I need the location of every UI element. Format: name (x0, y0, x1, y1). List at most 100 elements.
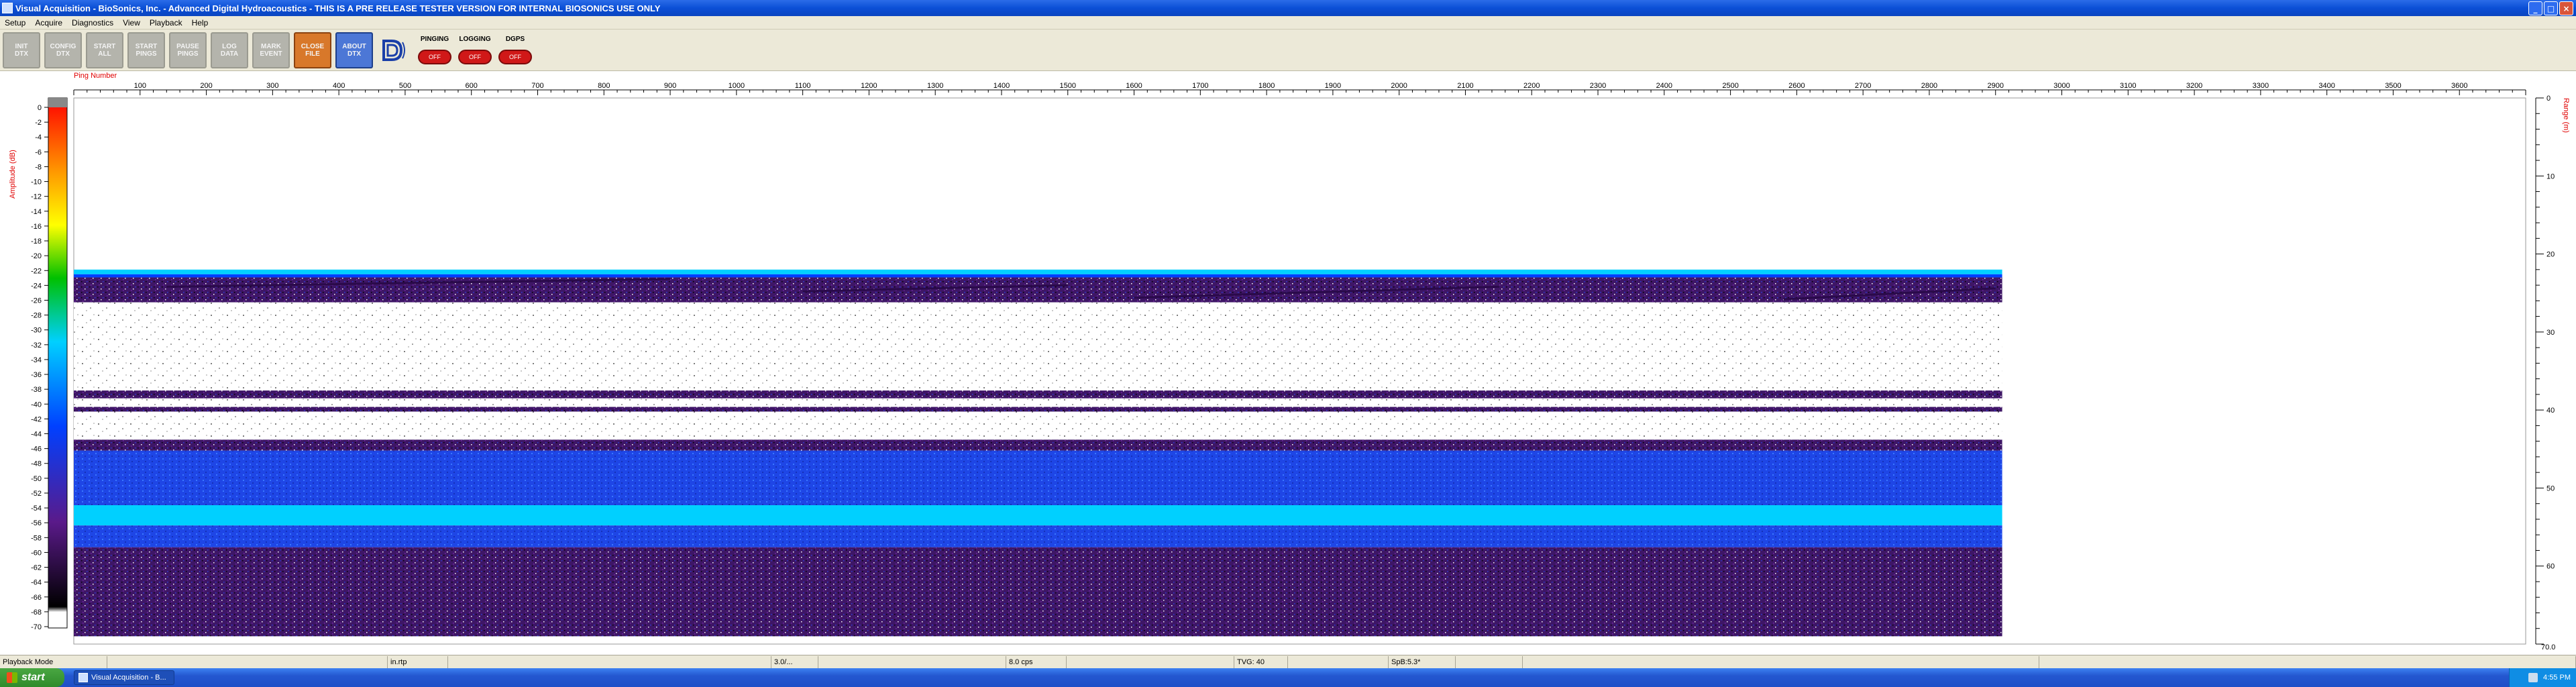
colorbar-tick-label: -48 (31, 460, 42, 468)
button-label: START (93, 42, 116, 50)
x-tick-label: 3500 (2385, 82, 2401, 90)
status-spb: SpB:5.3* (1389, 655, 1456, 668)
maximize-button[interactable]: □ (2544, 1, 2558, 15)
close-file-button[interactable]: CLOSE FILE (294, 32, 331, 68)
bottom-echo-blue-lower (74, 525, 2002, 547)
taskbar-app-visual-acquisition[interactable]: Visual Acquisition - B... (74, 670, 174, 685)
button-label: INIT (15, 42, 28, 50)
x-tick-label: 2400 (1656, 82, 1672, 90)
colorbar-tick-label: 0 (38, 104, 42, 112)
colorbar: 0 -2 -4 -6 -8 -10 -12 -14 -16 -18 -20 -22 -24 -26 -28 -… (9, 97, 68, 631)
range-tick-label: 10 (2546, 172, 2555, 180)
status-cell (1067, 655, 1234, 668)
logging-indicator: OFF (458, 50, 492, 65)
clock: 4:55 PM (2543, 674, 2571, 682)
colorbar-tick-label: -34 (31, 356, 42, 364)
x-tick-label: 1000 (729, 82, 745, 90)
close-button[interactable]: × (2559, 1, 2573, 15)
button-label: DTX (347, 50, 361, 58)
x-tick-label: 2600 (1788, 82, 1805, 90)
range-axis-title: Range (m) (2562, 98, 2570, 133)
log-data-button[interactable]: LOG DATA (211, 32, 248, 68)
start-all-button[interactable]: START ALL (86, 32, 123, 68)
pause-pings-button[interactable]: PAUSE PINGS (169, 32, 207, 68)
colorbar-tick-label: -2 (35, 119, 42, 127)
colorbar-tick-label: -10 (31, 178, 42, 187)
menu-setup[interactable]: Setup (0, 18, 30, 28)
minimize-button[interactable]: _ (2528, 1, 2542, 15)
x-tick-label: 3300 (2253, 82, 2269, 90)
sub-bottom-noise (74, 547, 2002, 637)
range-tick-label: 20 (2546, 251, 2555, 259)
status-rate: 8.0 cps (1006, 655, 1067, 668)
app-icon (2, 3, 13, 13)
config-dtx-button[interactable]: CONFIG DTX (44, 32, 82, 68)
menu-view[interactable]: View (118, 18, 145, 28)
windows-flag-icon (7, 672, 17, 683)
status-cell (448, 655, 771, 668)
x-tick-label: 2500 (1722, 82, 1738, 90)
button-label: CONFIG (50, 42, 76, 50)
x-tick-label: 1900 (1325, 82, 1341, 90)
x-tick-label: 2800 (1921, 82, 1937, 90)
start-button[interactable]: start (0, 668, 64, 687)
start-pings-button[interactable]: START PINGS (127, 32, 165, 68)
colorbar-tick-label: -42 (31, 415, 42, 423)
status-cell (107, 655, 388, 668)
menu-diagnostics[interactable]: Diagnostics (67, 18, 118, 28)
button-label: EVENT (260, 50, 282, 58)
button-label: DATA (220, 50, 239, 58)
button-label: START (135, 42, 158, 50)
button-label: CLOSE (301, 42, 325, 50)
colorbar-tick-label: -22 (31, 267, 42, 275)
colorbar-tick-label: -20 (31, 252, 42, 260)
status-cell (1523, 655, 2039, 668)
colorbar-tick-label: -58 (31, 534, 42, 542)
colorbar-tick-label: -14 (31, 208, 42, 216)
colorbar-tick-label: -24 (31, 282, 42, 290)
range-max-label: 70.0 (2541, 643, 2555, 651)
bottom-line-purple (74, 439, 2002, 451)
x-tick-label: 1600 (1126, 82, 1142, 90)
x-tick-label: 1400 (994, 82, 1010, 90)
menu-help[interactable]: Help (187, 18, 213, 28)
network-icon[interactable] (2528, 673, 2538, 682)
colorbar-tick-label: -68 (31, 609, 42, 617)
x-tick-label: 2900 (1987, 82, 2003, 90)
x-axis-title: Ping Number (74, 72, 117, 80)
logging-status: LOGGING OFF (456, 32, 494, 68)
window-title: Visual Acquisition - BioSonics, Inc. - A… (15, 3, 661, 13)
pinging-status: PINGING OFF (416, 32, 453, 68)
x-tick-label: 1100 (795, 82, 811, 90)
button-label: MARK (261, 42, 281, 50)
menu-playback[interactable]: Playback (145, 18, 187, 28)
menu-acquire[interactable]: Acquire (30, 18, 67, 28)
range-tick-label: 50 (2546, 484, 2555, 492)
colorbar-tick-label: -28 (31, 312, 42, 320)
x-tick-label: 3200 (2186, 82, 2202, 90)
x-tick-label: 2100 (1457, 82, 1473, 90)
system-tray: 4:55 PM (2509, 668, 2576, 687)
x-tick-label: 1300 (927, 82, 943, 90)
x-tick-label: 300 (266, 82, 278, 90)
x-tick-label: 1500 (1060, 82, 1076, 90)
x-tick-label: 200 (200, 82, 212, 90)
colorbar-tick-label: -32 (31, 341, 42, 350)
status-cell (818, 655, 1006, 668)
init-dtx-button[interactable]: INIT DTX (3, 32, 40, 68)
mark-event-button[interactable]: MARK EVENT (252, 32, 290, 68)
colorbar-tick-label: -66 (31, 594, 42, 602)
colorbar-tick-label: -56 (31, 519, 42, 527)
colorbar-tick-label: -44 (31, 431, 42, 439)
range-tick-label: 40 (2546, 407, 2555, 415)
button-label: PINGS (177, 50, 199, 58)
echogram-image[interactable] (73, 97, 2526, 645)
button-label: LOG (222, 42, 237, 50)
about-dtx-button[interactable]: ABOUT DTX (335, 32, 373, 68)
pinging-indicator: OFF (418, 50, 451, 65)
colorbar-tick-label: -54 (31, 505, 42, 513)
taskbar-app-label: Visual Acquisition - B... (91, 674, 166, 682)
app-icon (78, 673, 88, 682)
x-tick-label: 3400 (2318, 82, 2334, 90)
title-bar[interactable]: Visual Acquisition - BioSonics, Inc. - A… (0, 0, 2576, 16)
